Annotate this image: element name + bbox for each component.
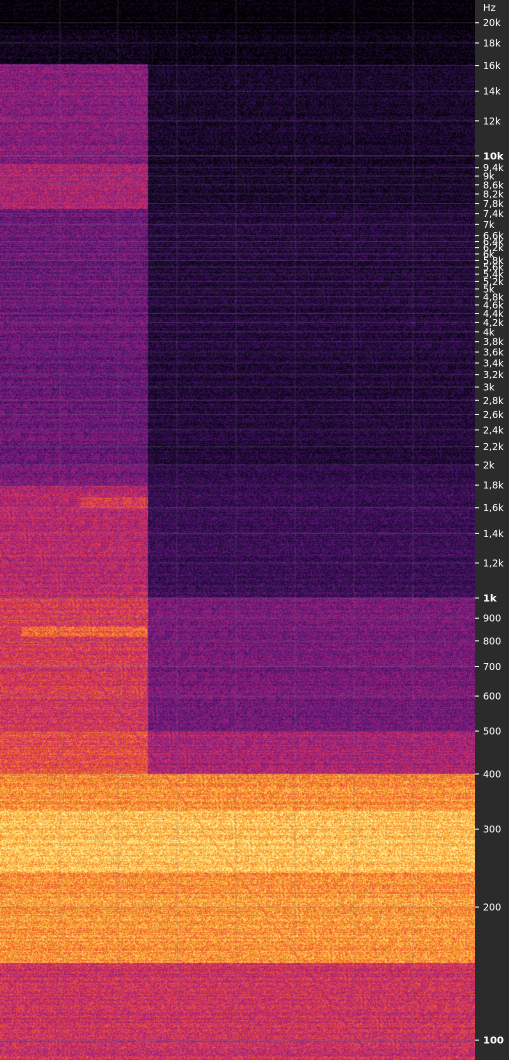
axis-tick-label: 2,4k [483, 425, 504, 436]
axis-tick-label: 20k [483, 18, 501, 29]
axis-tick-label: 400 [483, 769, 501, 780]
axis-tick-label: 14k [483, 87, 501, 98]
axis-tick-label: 2,2k [483, 442, 504, 453]
axis-tick-label: 300 [483, 825, 501, 836]
spectrogram-plot [0, 0, 475, 1060]
axis-tick-label: 3,8k [483, 337, 504, 348]
axis-tick-label: 3k [483, 383, 495, 394]
axis-tick-label: 3,2k [483, 370, 504, 381]
axis-tick-label: 12k [483, 116, 501, 127]
axis-tick-label: 7k [483, 220, 495, 231]
axis-unit-label: Hz [483, 3, 496, 14]
axis-tick-label: 200 [483, 903, 501, 914]
axis-tick-label: 1,4k [483, 529, 504, 540]
frequency-axis-svg: Hz 20k18k16k14k12k10k9,4k9k8,6k8,2k7,8k7… [475, 3, 504, 1047]
axis-tick-label: 2,6k [483, 410, 504, 421]
axis-tick-label: 800 [483, 636, 501, 647]
axis-tick-label: 3,4k [483, 359, 504, 370]
axis-tick-label: 1k [483, 593, 497, 604]
axis-tick-label: 600 [483, 692, 501, 703]
axis-tick-label: 1,6k [483, 503, 504, 514]
axis-tick-label: 2,8k [483, 396, 504, 407]
axis-tick-label: 700 [483, 662, 501, 673]
axis-tick-label: 900 [483, 614, 501, 625]
axis-tick-label: 3,6k [483, 348, 504, 359]
axis-tick-label: 16k [483, 61, 501, 72]
axis-tick-label: 500 [483, 727, 501, 738]
axis-tick-label: 1,8k [483, 481, 504, 492]
axis-tick-label: 18k [483, 38, 501, 49]
frequency-axis: Hz 20k 18k 16k 14k 12k 10k 9,4k 9k 8,6k 8,2k 7,8k 7… [475, 0, 509, 1060]
axis-tick-label: 100 [483, 1036, 504, 1047]
axis-tick-label: 7,4k [483, 209, 504, 220]
axis-tick-label: 2k [483, 460, 495, 471]
axis-tick-label: 10k [483, 151, 504, 162]
axis-tick-label: 1,2k [483, 558, 504, 569]
